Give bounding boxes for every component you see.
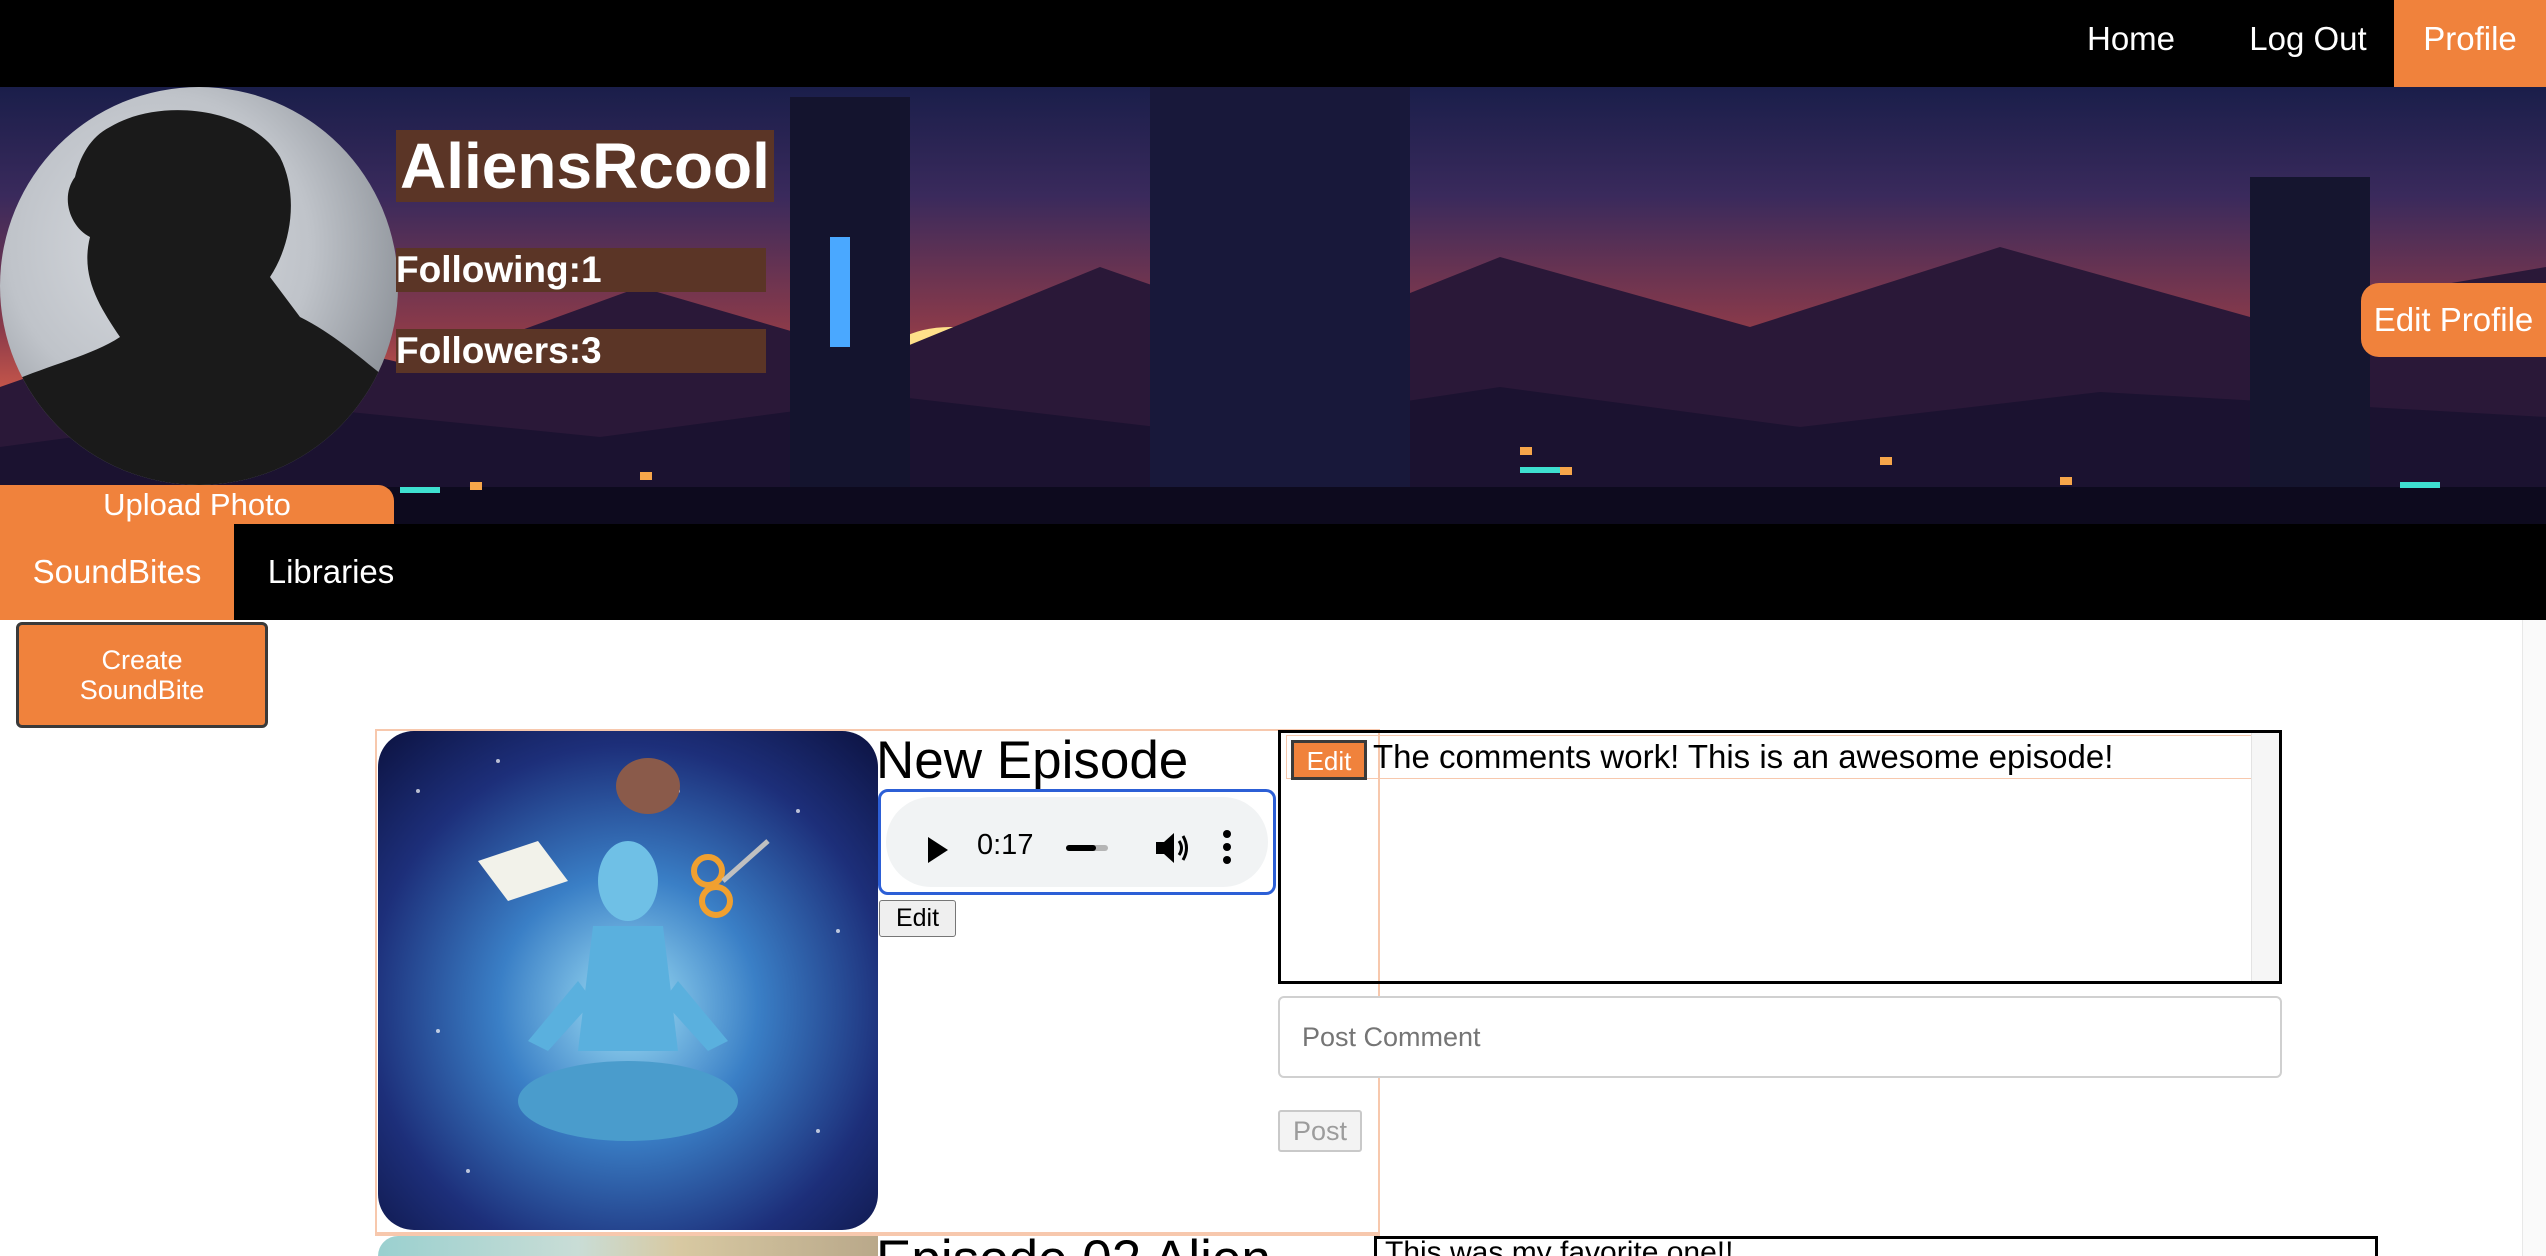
top-nav: Home Log Out Profile: [0, 0, 2546, 87]
comments-box: Edit The comments work! This is an aweso…: [1278, 730, 2282, 984]
page-scrollbar[interactable]: [2522, 620, 2546, 1256]
upload-photo-button[interactable]: Upload Photo: [0, 485, 394, 525]
profile-tabs: SoundBites Libraries: [0, 524, 2546, 620]
tab-soundbites[interactable]: SoundBites: [0, 524, 234, 620]
create-soundbite-button[interactable]: Create SoundBite: [16, 622, 268, 728]
profile-username: AliensRcool: [396, 130, 774, 202]
followers-count[interactable]: Followers:3: [396, 329, 766, 373]
audio-player[interactable]: 0:17: [878, 789, 1276, 895]
soundbite-cover-image: [378, 731, 878, 1230]
comment-text: The comments work! This is an awesome ep…: [1373, 738, 2114, 775]
alien-meditation-image: [416, 758, 840, 1173]
comments-box: This was my favorite one!!: [1374, 1236, 2378, 1256]
audio-progress-slider[interactable]: [1066, 845, 1108, 851]
avatar: [0, 87, 398, 485]
nav-logout-link[interactable]: Log Out: [2222, 0, 2394, 87]
post-comment-button[interactable]: Post: [1278, 1110, 1362, 1152]
post-comment-input[interactable]: [1278, 996, 2282, 1078]
comments-scrollbar[interactable]: [2251, 733, 2279, 981]
edit-comment-button[interactable]: Edit: [1291, 740, 1367, 780]
volume-icon[interactable]: [1154, 831, 1190, 865]
tab-libraries[interactable]: Libraries: [234, 524, 428, 620]
comment-item: Edit The comments work! This is an aweso…: [1286, 735, 2254, 780]
nav-home-link[interactable]: Home: [2058, 0, 2204, 87]
edit-soundbite-button[interactable]: Edit: [879, 900, 956, 937]
nav-profile-link[interactable]: Profile: [2394, 0, 2546, 87]
comment-text: This was my favorite one!!: [1385, 1236, 1734, 1256]
audio-time: 0:17: [977, 829, 1034, 861]
more-options-icon[interactable]: [1222, 829, 1232, 865]
avatar-silhouette-image: [0, 110, 398, 485]
audio-controls: 0:17: [886, 797, 1268, 887]
soundbite-title: Episode 02 Alien: [876, 1230, 1271, 1256]
following-count[interactable]: Following:1: [396, 248, 766, 292]
play-icon[interactable]: [928, 837, 948, 863]
soundbite-title: New Episode: [876, 731, 1189, 790]
edit-profile-button[interactable]: Edit Profile: [2361, 283, 2546, 357]
soundbite-cover-image: [378, 1236, 878, 1256]
